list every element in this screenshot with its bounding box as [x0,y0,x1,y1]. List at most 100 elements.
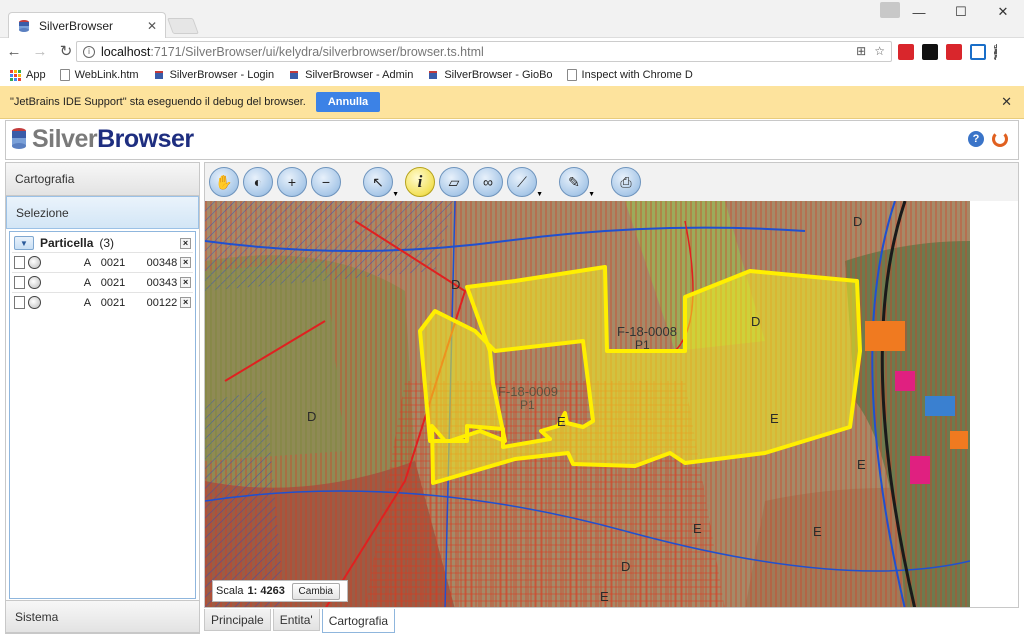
document-icon[interactable] [14,296,25,309]
app-header: SilverBrowser ? [5,120,1019,160]
silverbrowser-favicon [19,19,29,32]
tab-principale[interactable]: Principale [204,609,271,631]
binoculars-icon[interactable]: ∞ [473,167,503,197]
remove-item-button[interactable]: × [180,297,191,308]
accordion-sistema[interactable]: Sistema [5,600,200,633]
tab-cartografia[interactable]: Cartografia [321,609,396,633]
accordion-selezione[interactable]: Selezione [6,196,199,229]
profile-icon[interactable] [880,2,900,18]
new-tab-button[interactable] [167,18,199,34]
map-canvas[interactable]: F-18-0008 P1 F-18-0009 P1 D E E D D E E … [205,201,970,608]
extension-icon-4[interactable] [970,44,986,60]
extension-icons [898,44,998,60]
zone-letter: E [857,457,866,472]
bookmark-login[interactable]: SilverBrowser - Login [153,69,274,81]
site-info-icon[interactable]: i [83,45,95,58]
back-icon[interactable]: ← [2,39,26,63]
parcel-label-1: F-18-0008 [617,324,677,339]
bookmark-giobo[interactable]: SilverBrowser - GioBo [427,69,553,81]
translate-icon[interactable]: ⊞ [856,44,866,58]
zone-letter: D [307,409,316,424]
list-item[interactable]: A 0021 00122 × [12,292,193,312]
list-item[interactable]: A 0021 00348 × [12,252,193,272]
silverbrowser-logo: SilverBrowser [10,125,194,154]
remove-item-button[interactable]: × [180,257,191,268]
zone-letter: E [813,524,822,539]
maximize-icon[interactable]: ☐ [940,0,982,24]
ruler-icon[interactable]: ⟋ ▼ [507,167,543,198]
zone-letter: D [621,559,630,574]
parcel-label-2: F-18-0009 [498,384,558,399]
cambia-button[interactable]: Cambia [291,582,340,600]
tab-entita[interactable]: Entita' [272,609,320,631]
particella-label: Particella [40,236,94,250]
zone-letter: E [557,414,566,429]
infobar-close-icon[interactable]: ✕ [1001,94,1012,110]
globe-icon[interactable]: ◐ [243,167,273,197]
help-icon[interactable]: ? [968,131,984,147]
menu-icon[interactable] [994,44,998,60]
zone-letter: E [693,521,702,536]
globe-icon[interactable] [27,296,41,309]
zone-letter: D [853,214,862,229]
selezione-panel: ▼ Particella (3) × A 0021 00348 × A 0021… [9,231,196,599]
silverbrowser-icon [154,71,163,79]
globe-icon[interactable] [27,276,41,289]
print-icon[interactable]: ⎙ [611,167,641,197]
zoom-out-icon[interactable]: − [311,167,341,197]
page-icon [59,69,70,81]
document-icon[interactable] [14,256,25,269]
browser-tab[interactable]: SilverBrowser ✕ [8,12,166,38]
silverbrowser-icon [429,71,438,79]
reload-icon[interactable]: ↻ [54,39,78,63]
bookmark-admin[interactable]: SilverBrowser - Admin [288,69,413,81]
bookmark-star-icon[interactable]: ☆ [874,44,885,58]
debug-infobar: "JetBrains IDE Support" sta eseguendo il… [0,86,1024,119]
zoom-in-icon[interactable]: + [277,167,307,197]
bookmark-inspect[interactable]: Inspect with Chrome D [566,69,693,81]
select-icon[interactable]: ↖ ▼ [363,167,399,198]
apps-grid-icon [10,69,21,81]
parcel-label-2-sub: P1 [520,398,535,412]
minimize-icon[interactable]: — [898,0,940,24]
close-window-icon[interactable]: ✕ [982,0,1024,24]
map-panel: ✋ ◐ + − ↖ ▼ i ▱ ∞ ⟋ ▼ ✎ ▼ ⎙ F-18-0008 P1… [204,162,1019,608]
address-bar[interactable]: i localhost:7171/SilverBrowser/ui/kelydr… [76,41,892,62]
bookmark-app[interactable]: App [10,69,46,81]
info-icon[interactable]: i [405,167,435,197]
extension-icon-2[interactable] [922,44,938,60]
accordion-cartografia[interactable]: Cartografia [6,163,199,196]
scale-label: Scala [216,585,244,597]
globe-icon[interactable] [27,256,41,269]
zone-letter: E [600,589,609,604]
eraser-icon[interactable]: ▱ [439,167,469,197]
url-text[interactable]: localhost:7171/SilverBrowser/ui/kelydra/… [101,45,885,59]
browser-toolbar: ← → ↻ i localhost:7171/SilverBrowser/ui/… [0,38,1024,64]
parcel-label-1-sub: P1 [635,338,650,352]
zone-letter: D [451,277,460,292]
tab-title: SilverBrowser [39,18,114,33]
page-icon [566,69,577,81]
pan-icon[interactable]: ✋ [209,167,239,197]
bookmark-weblink[interactable]: WebLink.htm [59,69,139,81]
particella-group: ▼ Particella (3) × A 0021 00348 × A 0021… [12,234,193,312]
tab-close-icon[interactable]: ✕ [147,19,157,33]
remove-item-button[interactable]: × [180,277,191,288]
scale-control: Scala 1: 4263 Cambia [212,580,348,602]
extension-icon-3[interactable] [946,44,962,60]
logout-icon[interactable] [992,131,1008,147]
list-item[interactable]: A 0021 00343 × [12,272,193,292]
window-controls: — ☐ ✕ [898,0,1024,24]
annulla-button[interactable]: Annulla [315,92,381,112]
document-icon[interactable] [14,276,25,289]
forward-icon[interactable]: → [28,39,52,63]
left-sidebar: Cartografia Selezione ▼ Particella (3) ×… [5,162,200,634]
zone-letter: E [770,411,779,426]
pen-icon[interactable]: ✎ ▼ [559,167,595,198]
collapse-icon[interactable]: ▼ [14,236,34,250]
silverbrowser-icon [290,71,299,79]
extension-icon-1[interactable] [898,44,914,60]
infobar-text: "JetBrains IDE Support" sta eseguendo il… [10,96,306,108]
remove-group-button[interactable]: × [180,237,191,249]
scale-value: 1: 4263 [247,585,285,597]
